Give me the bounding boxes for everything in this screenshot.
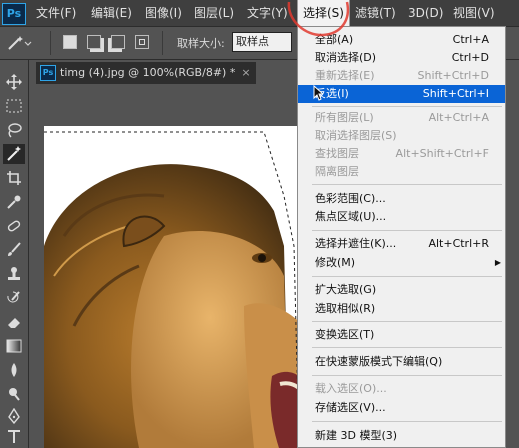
eraser-tool-icon[interactable] [3,312,25,332]
move-tool-icon[interactable] [3,72,25,92]
select-menu-dropdown: 全部(A) Ctrl+A 取消选择(D) Ctrl+D 重新选择(E) Shift+C… [297,26,506,448]
menu-item-isolate-layers[interactable]: 隔离图层 [298,163,505,181]
menu-bar: Ps 文件(F) 编辑(E) 图像(I) 图层(L) 文字(Y) 选择(S) 滤… [0,0,519,27]
magic-wand-preset-icon[interactable] [6,34,32,55]
menu-view[interactable]: 视图(V) [453,0,495,26]
history-brush-tool-icon[interactable] [3,288,25,308]
menu-separator [312,375,502,376]
menu-item-inverse[interactable]: 反选(I) Shift+Ctrl+I [298,85,505,103]
healing-brush-tool-icon[interactable] [3,216,25,236]
menu-item-load-selection[interactable]: 载入选区(O)... [298,380,505,398]
menu-separator [312,321,502,322]
menu-separator [312,230,502,231]
document-tab[interactable]: Ps timg (4).jpg @ 100%(RGB/8#) * × [36,62,256,84]
sample-size-label: 取样大小: [177,37,225,50]
tools-panel [0,60,29,448]
menu-3d[interactable]: 3D(D) [408,0,443,26]
menu-image[interactable]: 图像(I) [145,0,182,26]
divider [50,31,51,55]
blur-tool-icon[interactable] [3,360,25,380]
menu-edit[interactable]: 编辑(E) [91,0,132,26]
menu-separator [312,106,502,107]
close-tab-button[interactable]: × [241,66,250,79]
brush-tool-icon[interactable] [3,240,25,260]
ps-file-icon: Ps [40,65,56,81]
menu-item-reselect[interactable]: 重新选择(E) Shift+Ctrl+D [298,67,505,85]
menu-type[interactable]: 文字(Y) [247,0,288,26]
menu-separator [312,276,502,277]
dodge-tool-icon[interactable] [3,384,25,404]
menu-filter[interactable]: 滤镜(T) [355,0,396,26]
magic-wand-tool-icon[interactable] [3,144,25,164]
gradient-tool-icon[interactable] [3,336,25,356]
new-selection-icon[interactable] [63,35,77,49]
menu-file[interactable]: 文件(F) [36,0,76,26]
lion-photo [44,126,304,448]
pen-tool-icon[interactable] [3,406,25,426]
menu-item-new-3d-extrusion[interactable]: 新建 3D 模型(3) [298,427,505,445]
eyedropper-tool-icon[interactable] [3,192,25,212]
menu-item-focus-area[interactable]: 焦点区域(U)... [298,208,505,226]
marquee-tool-icon[interactable] [3,96,25,116]
submenu-arrow-icon: ▶ [494,258,501,267]
menu-item-modify[interactable]: 修改(M) ▶ [298,254,505,272]
subtract-from-selection-icon[interactable] [111,35,125,49]
menu-item-grow[interactable]: 扩大选取(G) [298,281,505,299]
menu-separator [312,347,502,348]
annotation-circle [287,1,350,37]
menu-separator [312,421,502,422]
menu-item-quick-mask[interactable]: 在快速蒙版模式下编辑(Q) [298,353,505,371]
menu-item-color-range[interactable]: 色彩范围(C)... [298,190,505,208]
photoshop-logo[interactable]: Ps [2,3,26,25]
lasso-tool-icon[interactable] [3,120,25,140]
clone-stamp-tool-icon[interactable] [3,264,25,284]
mouse-cursor-icon [313,85,323,101]
sample-size-select[interactable]: 取样点 [232,32,292,52]
menu-layer[interactable]: 图层(L) [194,0,234,26]
menu-item-deselect[interactable]: 取消选择(D) Ctrl+D [298,49,505,67]
document-title: timg (4).jpg @ 100%(RGB/8#) * [60,66,236,79]
menu-item-transform-selection[interactable]: 变换选区(T) [298,326,505,344]
menu-item-select-and-mask[interactable]: 选择并遮住(K)... Alt+Ctrl+R [298,235,505,253]
document-image[interactable] [44,126,304,448]
divider [162,31,163,55]
crop-tool-icon[interactable] [3,168,25,188]
menu-item-save-selection[interactable]: 存储选区(V)... [298,399,505,417]
add-to-selection-icon[interactable] [87,35,101,49]
intersect-selection-icon[interactable] [135,35,149,49]
menu-item-deselect-layers[interactable]: 取消选择图层(S) [298,127,505,145]
menu-separator [312,184,502,185]
menu-item-all-layers[interactable]: 所有图层(L) Alt+Ctrl+A [298,109,505,127]
menu-item-similar[interactable]: 选取相似(R) [298,300,505,318]
menu-item-find-layers[interactable]: 查找图层 Alt+Shift+Ctrl+F [298,145,505,163]
type-tool-icon[interactable] [3,426,25,446]
